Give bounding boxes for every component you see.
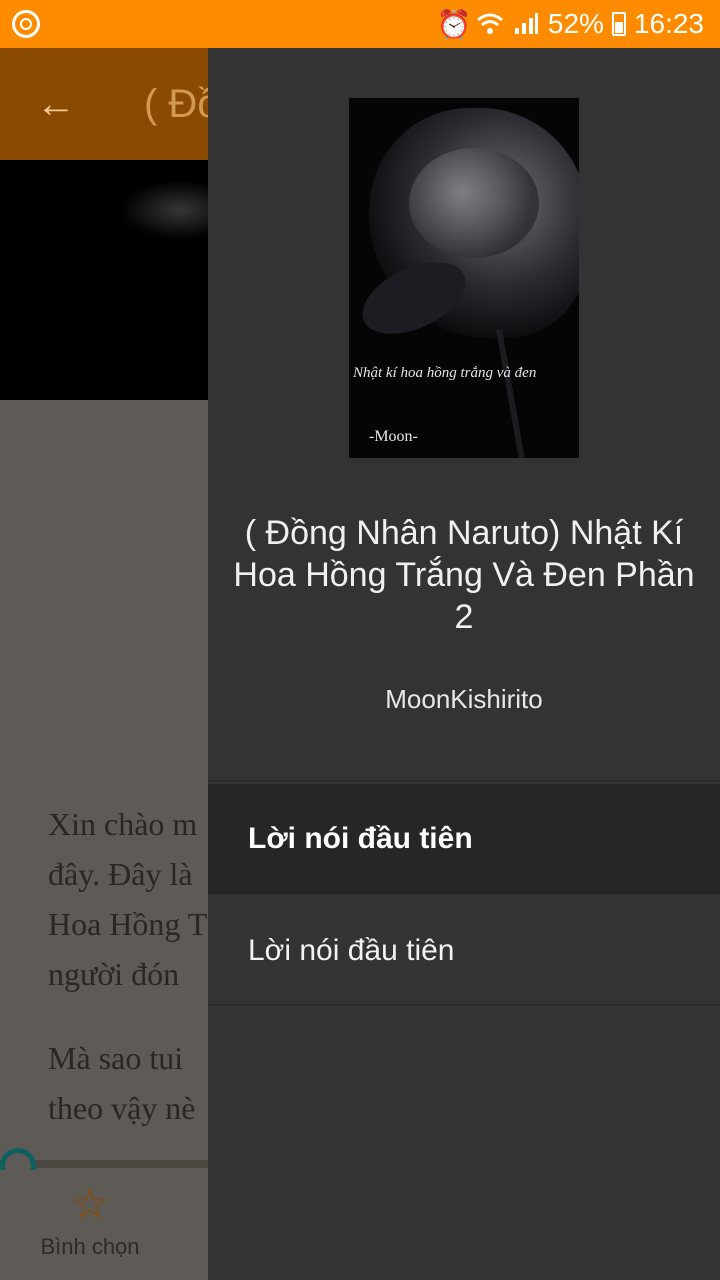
status-bar: ⏰ 52% 16:23	[0, 0, 720, 48]
wifi-icon	[476, 10, 504, 38]
reading-text-line: người đón	[48, 956, 180, 992]
chapter-item[interactable]: Lời nói đầu tiên	[208, 896, 720, 1006]
app-notification-icon	[12, 10, 40, 38]
clock: 16:23	[633, 8, 704, 39]
rose-highlight	[409, 148, 539, 258]
star-icon[interactable]: ☆	[68, 1182, 112, 1226]
reading-text-line: Xin chào m	[48, 806, 198, 842]
rose-stem	[496, 328, 528, 458]
cover-signature: -Moon-	[369, 428, 418, 445]
back-arrow-icon[interactable]: ←	[36, 84, 76, 124]
story-cover: Nhật kí hoa hồng trắng và đen -Moon-	[349, 98, 579, 458]
battery-icon	[611, 12, 626, 36]
divider	[208, 780, 720, 782]
status-indicators: ⏰ 52% 16:23	[436, 0, 704, 48]
reading-text-line: Hoa Hồng T	[48, 906, 208, 942]
signal-icon	[512, 10, 540, 38]
story-title: ( Đồng Nhân Naruto) Nhật Kí Hoa Hồng Trắ…	[233, 514, 695, 636]
cover-script-title: Nhật kí hoa hồng trắng và đen	[353, 365, 537, 381]
reading-text-line: Mà sao tui	[48, 1040, 184, 1076]
chapter-label: Lời nói đầu tiên	[248, 822, 473, 855]
vote-label[interactable]: Bình chọn	[0, 1234, 180, 1260]
author-name[interactable]: MoonKishirito	[232, 684, 696, 715]
chapter-item-selected[interactable]: Lời nói đầu tiên	[208, 784, 720, 894]
chapter-label: Lời nói đầu tiên	[248, 934, 455, 967]
table-of-contents-drawer: Nhật kí hoa hồng trắng và đen -Moon- ( Đ…	[208, 48, 720, 1280]
battery-percentage: 52%	[547, 8, 604, 39]
alarm-icon: ⏰	[436, 8, 472, 40]
divider	[208, 1004, 720, 1006]
reading-text-line: đây. Đây là	[48, 856, 193, 892]
reading-text-line: theo vậy nè	[48, 1090, 196, 1126]
